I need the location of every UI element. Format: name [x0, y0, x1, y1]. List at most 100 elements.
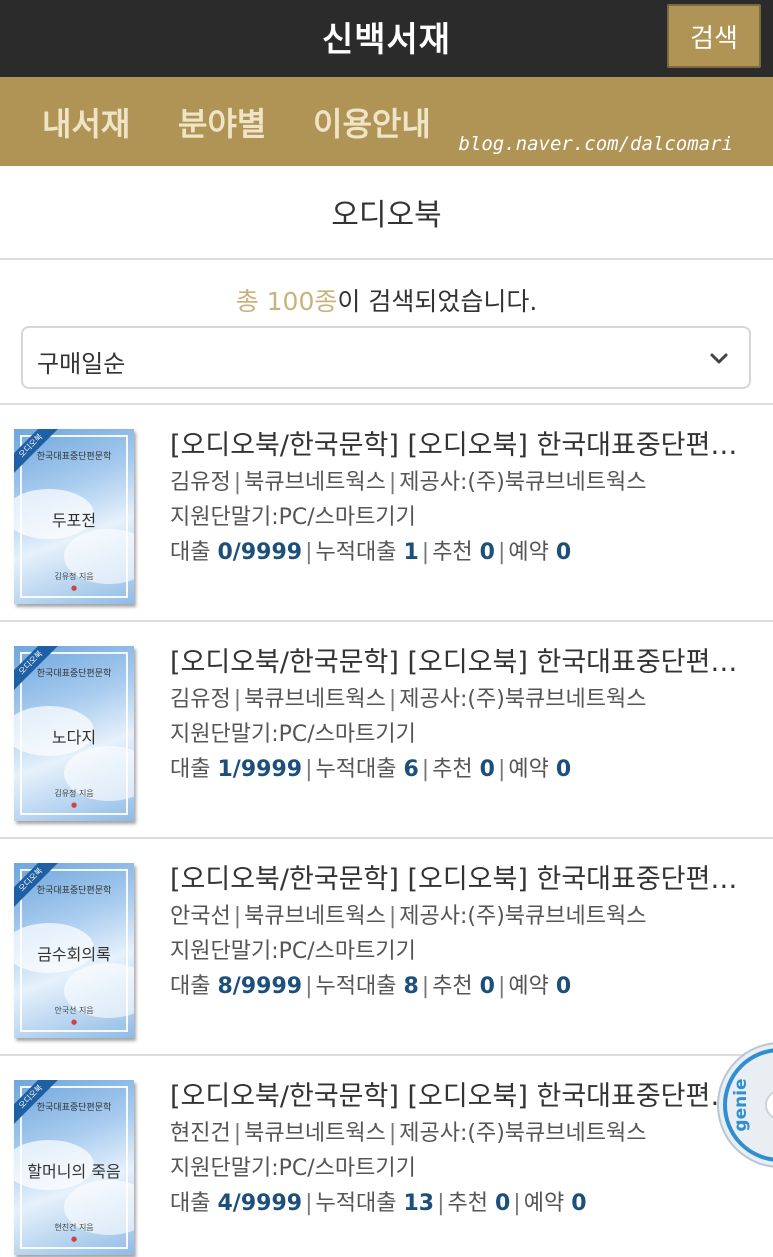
loan-value: 1/9999	[217, 757, 303, 782]
cumulative-value: 13	[403, 1191, 435, 1216]
cover-series: 한국대표중단편문학	[36, 452, 112, 462]
book-list-item[interactable]: 오디오북 한국대표중단편문학 할머니의 죽음 현진건 지음 ● [오디오북/한국…	[0, 1056, 773, 1257]
book-provider: (주)북큐브네트웍스	[467, 687, 647, 712]
provider-label: 제공사:	[399, 1121, 468, 1146]
separator: |	[305, 974, 313, 999]
separator: |	[233, 687, 242, 712]
reserve-value: 0	[571, 1191, 587, 1216]
book-title[interactable]: [오디오북/한국문학] [오디오북] 한국대표중단편문학	[170, 644, 752, 682]
separator: |	[388, 470, 397, 495]
cover-title: 금수회의록	[37, 945, 111, 964]
book-list-item[interactable]: 오디오북 한국대표중단편문학 두포전 김유정 지음 ● [오디오북/한국문학] …	[0, 405, 773, 622]
cumulative-value: 8	[403, 974, 419, 999]
book-publisher: 북큐브네트웍스	[244, 904, 386, 929]
device-label: 지원단말기:	[170, 722, 279, 747]
book-meta: 김유정 | 북큐브네트웍스 | 제공사:(주)북큐브네트웍스	[170, 465, 760, 500]
book-device: 지원단말기:PC/스마트기기	[170, 500, 760, 535]
loan-label: 대출	[170, 1191, 211, 1216]
cumulative-value: 1	[403, 540, 419, 565]
genie-disc-icon: genie	[717, 1042, 773, 1168]
result-count-number: 총 100종	[235, 287, 338, 316]
recommend-value: 0	[479, 974, 495, 999]
cover-title: 할머니의 죽음	[27, 1162, 121, 1181]
book-publisher: 북큐브네트웍스	[244, 1121, 386, 1146]
reserve-value: 0	[555, 540, 572, 565]
book-device: 지원단말기:PC/스마트기기	[170, 1151, 760, 1186]
device-label: 지원단말기:	[170, 505, 279, 530]
book-publisher: 북큐브네트웍스	[244, 687, 386, 712]
book-provider: (주)북큐브네트웍스	[467, 470, 647, 495]
loan-value: 4/9999	[217, 1191, 303, 1216]
book-title[interactable]: [오디오북/한국문학] [오디오북] 한국대표중단편문학	[170, 427, 752, 465]
separator: |	[388, 1121, 397, 1146]
genie-label: genie	[731, 1078, 751, 1131]
book-cover-image[interactable]: 오디오북 한국대표중단편문학 할머니의 죽음 현진건 지음 ●	[14, 1080, 134, 1255]
book-device: 지원단말기:PC/스마트기기	[170, 717, 760, 752]
book-provider: (주)북큐브네트웍스	[467, 904, 647, 929]
cumulative-label: 누적대출	[315, 540, 397, 565]
book-list-item[interactable]: 오디오북 한국대표중단편문학 금수회의록 안국선 지음 ● [오디오북/한국문학…	[0, 839, 773, 1056]
separator: |	[305, 757, 313, 782]
provider-label: 제공사:	[399, 470, 468, 495]
separator: |	[305, 1191, 313, 1216]
cumulative-value: 6	[403, 757, 419, 782]
cover-series: 한국대표중단편문학	[36, 886, 112, 896]
book-list: 오디오북 한국대표중단편문학 두포전 김유정 지음 ● [오디오북/한국문학] …	[0, 403, 773, 1257]
top-bar: 신백서재 검색	[0, 0, 773, 77]
sort-dropdown[interactable]: 구매일순	[21, 326, 751, 389]
nav-item-my-library[interactable]: 내서재	[42, 99, 130, 145]
cover-publisher-logo: ●	[70, 1018, 78, 1026]
nav-item-by-field[interactable]: 분야별	[178, 99, 266, 145]
recommend-label: 추천	[432, 974, 473, 999]
book-cover-image[interactable]: 오디오북 한국대표중단편문학 금수회의록 안국선 지음 ●	[14, 863, 134, 1038]
reserve-label: 예약	[508, 974, 549, 999]
recommend-label: 추천	[432, 757, 473, 782]
reserve-value: 0	[555, 757, 572, 782]
book-title[interactable]: [오디오북/한국문학] [오디오북] 한국대표중단편문학	[170, 1078, 752, 1116]
separator: |	[421, 540, 430, 565]
cover-author: 김유정 지음	[54, 572, 94, 581]
loan-label: 대출	[170, 540, 211, 565]
cover-author: 안국선 지음	[54, 1006, 94, 1015]
separator: |	[497, 540, 506, 565]
book-author: 김유정	[170, 687, 231, 712]
chevron-down-icon	[710, 353, 728, 364]
book-provider: (주)북큐브네트웍스	[467, 1121, 647, 1146]
sort-selected-value: 구매일순	[37, 350, 126, 378]
nav-item-guide[interactable]: 이용안내	[313, 99, 431, 145]
book-list-item[interactable]: 오디오북 한국대표중단편문학 노다지 김유정 지음 ● [오디오북/한국문학] …	[0, 622, 773, 839]
provider-label: 제공사:	[399, 687, 468, 712]
separator: |	[421, 974, 430, 999]
device-value: PC/스마트기기	[278, 722, 416, 747]
book-stats: 대출 8/9999 | 누적대출 8 | 추천 0 | 예약 0	[170, 969, 760, 1004]
result-count-suffix: 이 검색되었습니다.	[337, 287, 538, 316]
cover-series: 한국대표중단편문학	[36, 1103, 112, 1113]
separator: |	[497, 757, 506, 782]
book-author: 안국선	[170, 904, 231, 929]
book-cover-image[interactable]: 오디오북 한국대표중단편문학 두포전 김유정 지음 ●	[14, 429, 134, 604]
separator: |	[421, 757, 430, 782]
blog-watermark: blog.naver.com/dalcomari	[458, 133, 733, 155]
book-meta: 안국선 | 북큐브네트웍스 | 제공사:(주)북큐브네트웍스	[170, 899, 760, 934]
book-title[interactable]: [오디오북/한국문학] [오디오북] 한국대표중단편문학	[170, 861, 752, 899]
reserve-value: 0	[555, 974, 572, 999]
search-button[interactable]: 검색	[667, 4, 761, 68]
device-value: PC/스마트기기	[278, 1156, 416, 1181]
cumulative-label: 누적대출	[315, 1191, 397, 1216]
reserve-label: 예약	[523, 1191, 565, 1216]
book-info: [오디오북/한국문학] [오디오북] 한국대표중단편문학 김유정 | 북큐브네트웍스…	[170, 644, 760, 787]
book-stats: 대출 4/9999 | 누적대출 13 | 추천 0 | 예약 0	[170, 1186, 760, 1221]
genie-floating-button[interactable]: genie	[700, 1040, 773, 1170]
book-info: [오디오북/한국문학] [오디오북] 한국대표중단편문학 김유정 | 북큐브네트웍스…	[170, 427, 760, 570]
section-title: 오디오북	[0, 166, 773, 260]
separator: |	[233, 904, 242, 929]
separator: |	[233, 1121, 242, 1146]
cover-series: 한국대표중단편문학	[36, 669, 112, 679]
device-value: PC/스마트기기	[278, 505, 416, 530]
separator: |	[497, 974, 506, 999]
separator: |	[233, 470, 242, 495]
book-meta: 현진건 | 북큐브네트웍스 | 제공사:(주)북큐브네트웍스	[170, 1116, 760, 1151]
book-device: 지원단말기:PC/스마트기기	[170, 934, 760, 969]
book-cover-image[interactable]: 오디오북 한국대표중단편문학 노다지 김유정 지음 ●	[14, 646, 134, 821]
device-label: 지원단말기:	[170, 1156, 279, 1181]
